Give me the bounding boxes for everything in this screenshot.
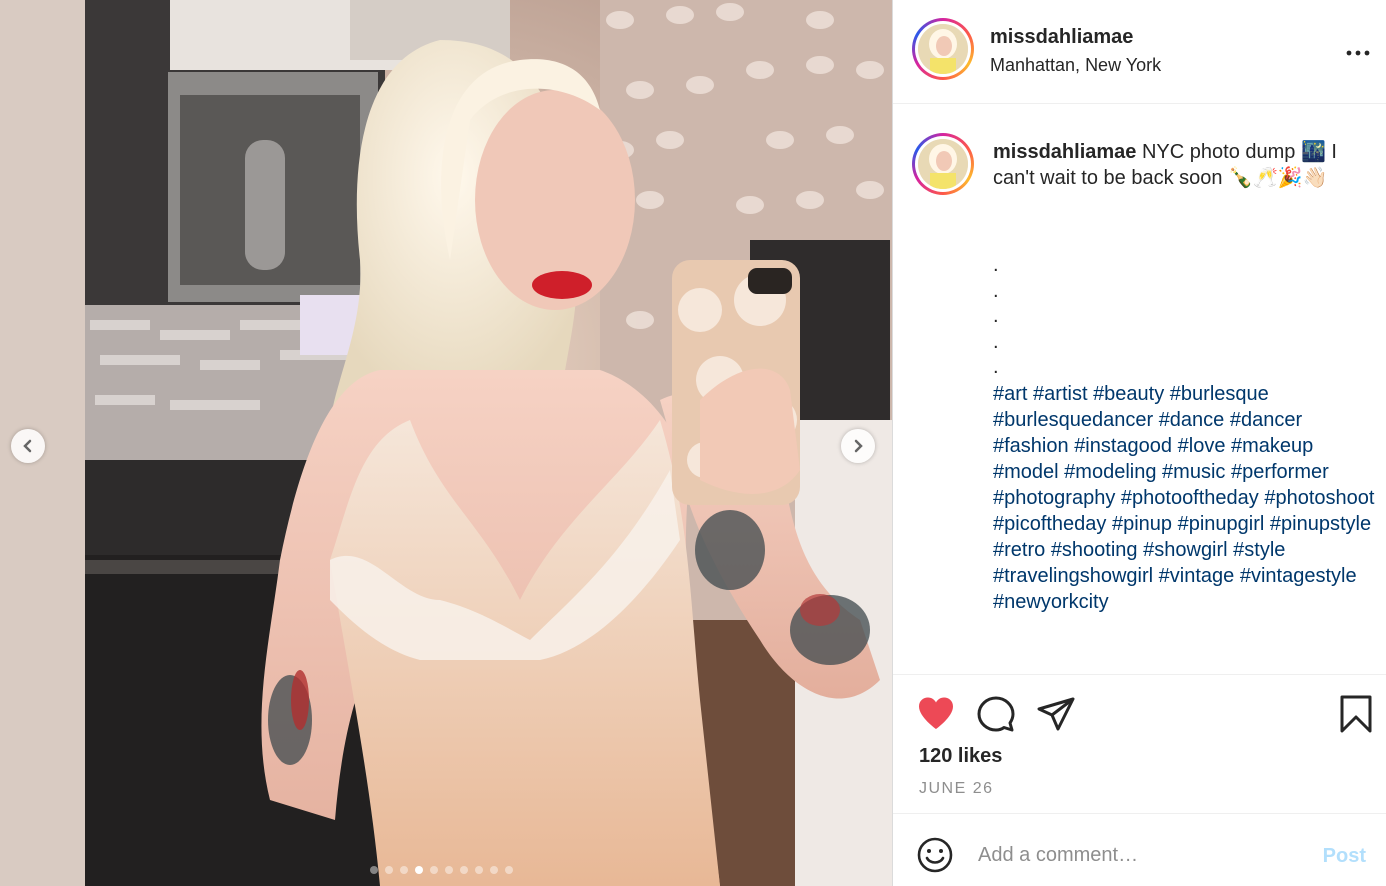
post-header: missdahliamae Manhattan, New York bbox=[893, 0, 1386, 104]
caption-username[interactable]: missdahliamae bbox=[993, 141, 1136, 163]
comment-input[interactable] bbox=[978, 840, 1298, 870]
paper-plane-icon bbox=[1037, 697, 1075, 731]
post-sidebar: missdahliamae Manhattan, New York missda… bbox=[893, 0, 1386, 886]
hashtag-link[interactable]: #shooting bbox=[1051, 539, 1138, 561]
carousel-dot bbox=[370, 866, 378, 874]
avatar-image bbox=[918, 139, 968, 189]
caption-avatar[interactable] bbox=[912, 133, 974, 195]
heart-filled-icon bbox=[919, 697, 953, 729]
carousel-dot bbox=[460, 866, 468, 874]
post-date: JUNE 26 bbox=[919, 780, 994, 797]
post-location[interactable]: Manhattan, New York bbox=[990, 55, 1161, 76]
smiley-icon bbox=[917, 837, 953, 873]
carousel-dot bbox=[445, 866, 453, 874]
hashtag-link[interactable]: #newyorkcity bbox=[993, 591, 1109, 613]
hashtag-link[interactable]: #artist bbox=[1033, 383, 1087, 405]
hashtag-link[interactable]: #modeling bbox=[1064, 461, 1156, 483]
next-photo-button[interactable] bbox=[841, 429, 875, 463]
carousel-dot bbox=[505, 866, 513, 874]
more-options-icon bbox=[1346, 50, 1370, 56]
author-avatar[interactable] bbox=[912, 18, 974, 80]
like-count[interactable]: 120 likes bbox=[919, 745, 1002, 768]
avatar-image bbox=[918, 24, 968, 74]
hashtag-link[interactable]: #vintagestyle bbox=[1240, 565, 1357, 587]
hashtag-link[interactable]: #art bbox=[993, 383, 1027, 405]
caption-dot: . bbox=[993, 305, 999, 327]
share-button[interactable] bbox=[1037, 697, 1075, 736]
hashtag-link[interactable]: #burlesquedancer bbox=[993, 409, 1153, 431]
hashtag-link[interactable]: #dancer bbox=[1230, 409, 1302, 431]
caption-dot: . bbox=[993, 254, 999, 276]
save-button[interactable] bbox=[1339, 695, 1373, 738]
author-username[interactable]: missdahliamae bbox=[990, 26, 1133, 49]
caption-dot: . bbox=[993, 356, 999, 378]
hashtag-link[interactable]: #pinupgirl bbox=[1178, 513, 1265, 535]
hashtag-link[interactable]: #fashion bbox=[993, 435, 1069, 457]
comment-bubble-icon bbox=[977, 696, 1015, 732]
hashtag-list: #art #artist #beauty #burlesque #burlesq… bbox=[993, 381, 1379, 615]
hashtag-link[interactable]: #photooftheday bbox=[1121, 487, 1259, 509]
hashtag-link[interactable]: #instagood bbox=[1074, 435, 1172, 457]
bookmark-icon bbox=[1340, 695, 1372, 733]
more-options-button[interactable] bbox=[1346, 36, 1370, 62]
comment-bar: Post bbox=[893, 815, 1386, 886]
hashtag-link[interactable]: #model bbox=[993, 461, 1059, 483]
hashtag-link[interactable]: #style bbox=[1233, 539, 1285, 561]
like-button[interactable] bbox=[917, 696, 955, 735]
post-photo bbox=[0, 0, 892, 886]
hashtag-link[interactable]: #retro bbox=[993, 539, 1045, 561]
carousel-dot bbox=[430, 866, 438, 874]
post-caption: missdahliamae NYC photo dump 🌃 I can't w… bbox=[993, 139, 1379, 615]
chevron-right-icon bbox=[854, 439, 863, 453]
post-comment-button[interactable]: Post bbox=[1323, 845, 1366, 868]
hashtag-link[interactable]: #pinup bbox=[1112, 513, 1172, 535]
carousel-indicator bbox=[370, 866, 513, 874]
comment-button[interactable] bbox=[977, 696, 1015, 737]
hashtag-link[interactable]: #photography bbox=[993, 487, 1115, 509]
hashtag-link[interactable]: #travelingshowgirl bbox=[993, 565, 1153, 587]
carousel-dot bbox=[385, 866, 393, 874]
carousel-dot bbox=[415, 866, 423, 874]
carousel-dot bbox=[490, 866, 498, 874]
caption-dot: . bbox=[993, 279, 999, 302]
caption-spacer-dots: ..... bbox=[993, 253, 1379, 381]
hashtag-link[interactable]: #photoshoot bbox=[1264, 487, 1374, 509]
hashtag-link[interactable]: #beauty bbox=[1093, 383, 1164, 405]
hashtag-link[interactable]: #vintage bbox=[1159, 565, 1235, 587]
post-media[interactable] bbox=[0, 0, 892, 886]
hashtag-link[interactable]: #pinupstyle bbox=[1270, 513, 1371, 535]
emoji-button[interactable] bbox=[917, 837, 953, 878]
hashtag-link[interactable]: #makeup bbox=[1231, 435, 1313, 457]
hashtag-link[interactable]: #picoftheday bbox=[993, 513, 1106, 535]
caption-section: missdahliamae NYC photo dump 🌃 I can't w… bbox=[893, 105, 1386, 675]
hashtag-link[interactable]: #music bbox=[1162, 461, 1225, 483]
post-actions: 120 likes JUNE 26 bbox=[893, 676, 1386, 814]
hashtag-link[interactable]: #burlesque bbox=[1170, 383, 1269, 405]
hashtag-link[interactable]: #performer bbox=[1231, 461, 1329, 483]
hashtag-link[interactable]: #dance bbox=[1159, 409, 1225, 431]
caption-dot: . bbox=[993, 330, 999, 353]
hashtag-link[interactable]: #love bbox=[1178, 435, 1226, 457]
chevron-left-icon bbox=[23, 439, 32, 453]
previous-photo-button[interactable] bbox=[11, 429, 45, 463]
hashtag-link[interactable]: #showgirl bbox=[1143, 539, 1227, 561]
carousel-dot bbox=[400, 866, 408, 874]
carousel-dot bbox=[475, 866, 483, 874]
